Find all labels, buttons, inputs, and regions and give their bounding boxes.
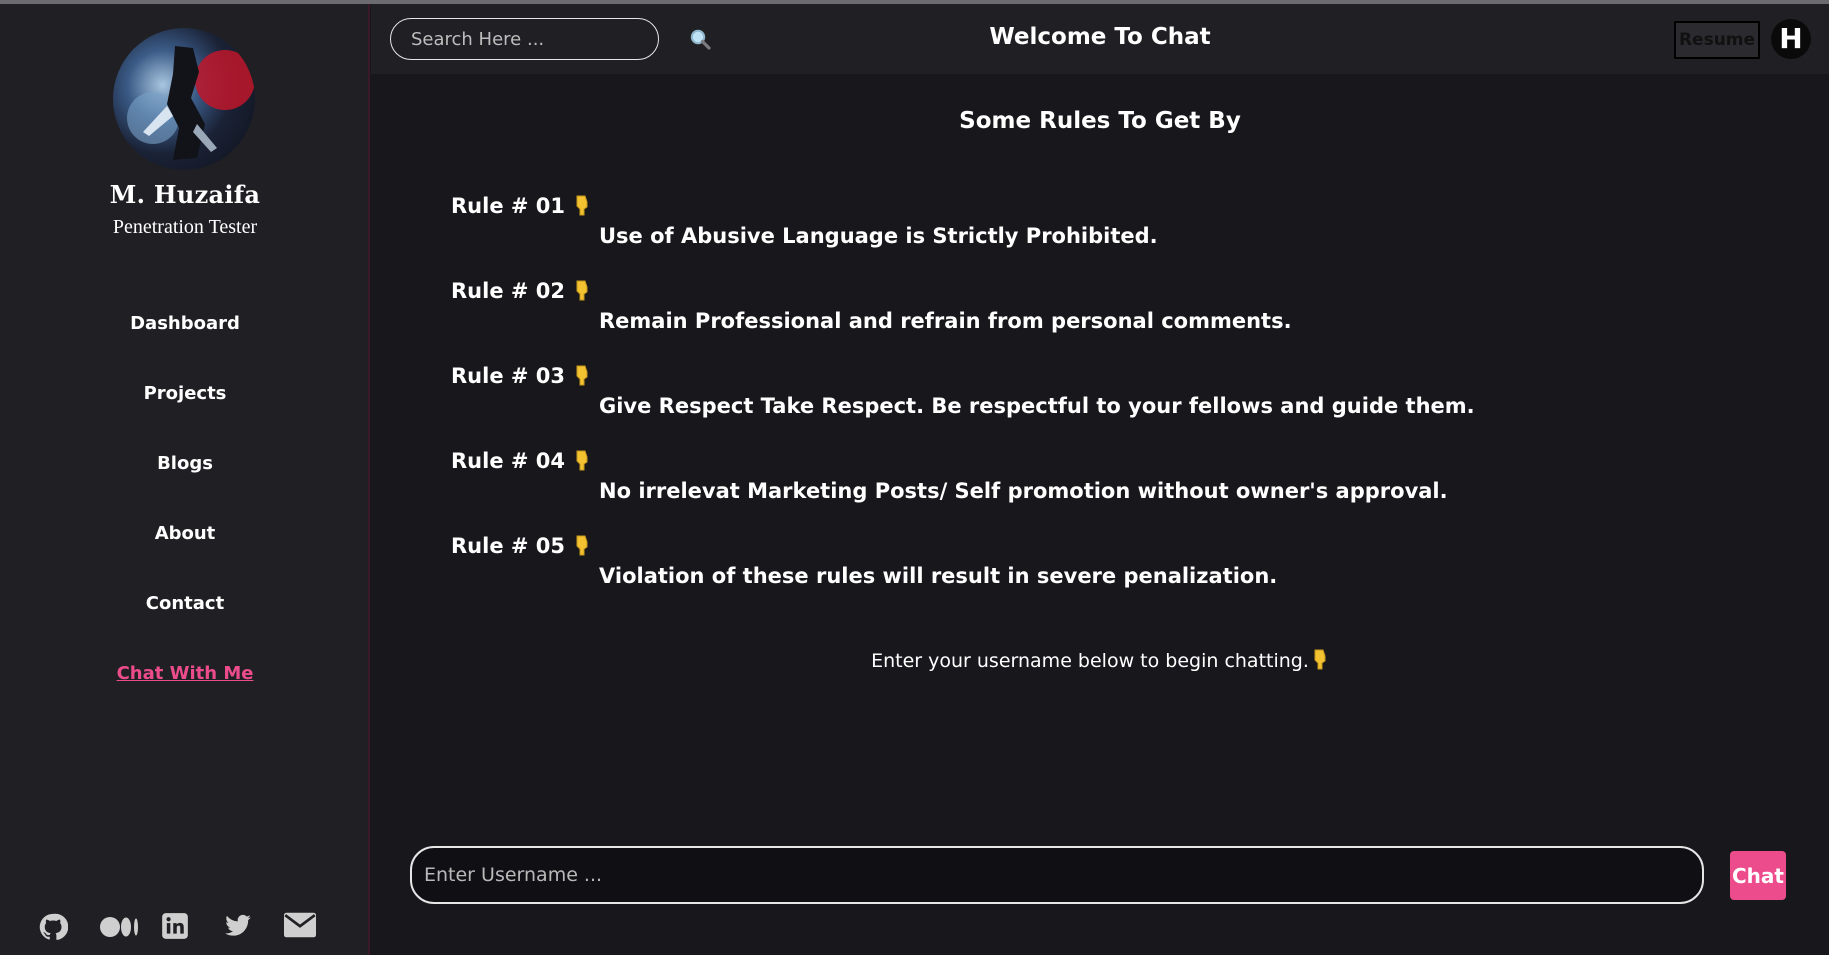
- nav-dashboard[interactable]: Dashboard: [0, 306, 370, 376]
- rule-label: Rule # 03: [451, 364, 591, 388]
- username-input[interactable]: [410, 846, 1704, 904]
- username-hint-text: Enter your username below to begin chatt…: [871, 650, 1309, 672]
- chat-button[interactable]: Chat: [1730, 851, 1786, 900]
- nav-chat-with-me[interactable]: Chat With Me: [0, 656, 370, 726]
- pointing-down-icon: [576, 280, 588, 301]
- rule-text: No irrelevat Marketing Posts/ Self promo…: [599, 479, 1448, 503]
- nav-projects[interactable]: Projects: [0, 376, 370, 446]
- rule-label-text: Rule # 01: [451, 194, 566, 218]
- resume-button[interactable]: Resume: [1674, 21, 1760, 59]
- pointing-down-icon: [1314, 649, 1326, 670]
- user-logo[interactable]: H: [1771, 19, 1811, 59]
- rule-label: Rule # 01: [451, 194, 591, 218]
- avatar: [113, 28, 255, 170]
- rule-label-text: Rule # 03: [451, 364, 566, 388]
- username-hint: Enter your username below to begin chatt…: [371, 648, 1829, 672]
- github-icon[interactable]: [38, 912, 72, 942]
- pointing-down-icon: [576, 535, 588, 556]
- rule-label-text: Rule # 04: [451, 449, 566, 473]
- profile-title: Penetration Tester: [112, 216, 258, 238]
- linkedin-icon[interactable]: [161, 912, 195, 942]
- mail-icon[interactable]: [284, 912, 318, 942]
- medium-icon[interactable]: [99, 912, 138, 942]
- rule-text: Remain Professional and refrain from per…: [599, 309, 1292, 333]
- page-title: Welcome To Chat: [989, 24, 1211, 50]
- rule-label-text: Rule # 02: [451, 279, 566, 303]
- rule-label: Rule # 04: [451, 449, 591, 473]
- pointing-down-icon: [576, 195, 588, 216]
- rules-title: Some Rules To Get By: [959, 108, 1241, 134]
- sidebar: M. Huzaifa Penetration Tester Dashboard …: [0, 4, 370, 955]
- top-bar: Welcome To Chat Resume H: [371, 4, 1829, 74]
- rule-text: Give Respect Take Respect. Be respectful…: [599, 394, 1475, 418]
- nav-contact[interactable]: Contact: [0, 586, 370, 656]
- profile-name: M. Huzaifa: [109, 180, 261, 209]
- pointing-down-icon: [576, 450, 588, 471]
- rule-label: Rule # 05: [451, 534, 591, 558]
- rule-label-text: Rule # 05: [451, 534, 566, 558]
- rule-text: Use of Abusive Language is Strictly Proh…: [599, 224, 1158, 248]
- twitter-icon[interactable]: [223, 912, 257, 942]
- pointing-down-icon: [576, 365, 588, 386]
- rule-label: Rule # 02: [451, 279, 591, 303]
- social-links: [38, 910, 318, 944]
- nav-blogs[interactable]: Blogs: [0, 446, 370, 516]
- sidebar-nav: Dashboard Projects Blogs About Contact C…: [0, 306, 370, 726]
- chat-main: Some Rules To Get By Rule # 01 Use of Ab…: [371, 74, 1829, 955]
- nav-about[interactable]: About: [0, 516, 370, 586]
- rule-text: Violation of these rules will result in …: [599, 564, 1278, 588]
